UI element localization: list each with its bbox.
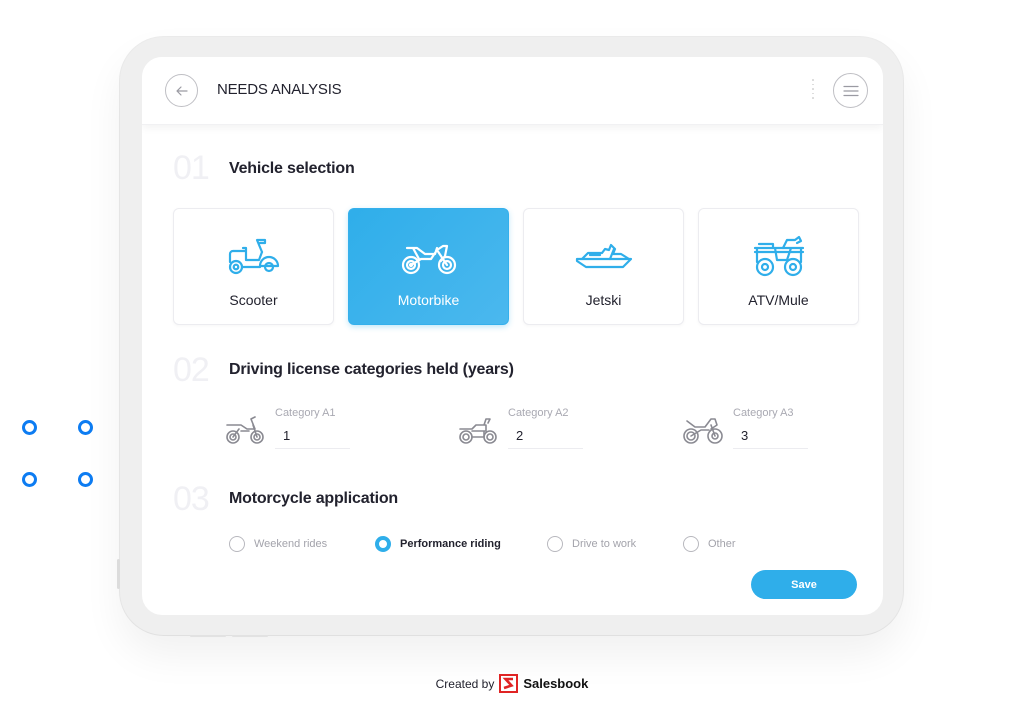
section-number: 02 [173,351,210,389]
vehicle-label: ATV/Mule [748,292,809,308]
arrow-left-icon [175,85,188,96]
motorbike-icon [401,244,456,275]
radio-label: Performance riding [400,538,501,550]
section-title: Motorcycle application [229,490,398,507]
radio-circle[interactable] [683,536,699,552]
vehicle-selection: Scooter Motorbike Jetski ATV/Mule [173,208,859,325]
tablet-frame: NEEDS ANALYSIS 01 Vehicle selection Scoo… [117,37,903,637]
vehicle-label: Motorbike [397,292,460,308]
license-a1-input[interactable] [275,423,350,449]
radio-label: Weekend rides [254,538,328,550]
license-label: Category A3 [733,407,794,419]
save-button[interactable]: Save [751,570,857,599]
scooter-icon [228,238,279,275]
vehicle-card-atv[interactable]: ATV/Mule [698,208,859,325]
created-by-text: Created by [435,676,495,691]
section-title: Vehicle selection [229,160,355,177]
radio-other[interactable]: Other [683,536,736,552]
divider-dots [812,79,814,103]
radio-circle[interactable] [229,536,245,552]
jetski-icon [575,243,632,269]
license-a3-input[interactable] [733,423,808,449]
tablet-bottom-button [232,635,268,637]
classic-motorcycle-icon [459,418,497,444]
section-number: 03 [173,480,210,518]
radio-circle[interactable] [547,536,563,552]
tablet-bottom-button [190,635,226,637]
dot-icon [78,420,93,435]
section-number: 01 [173,149,210,187]
page-title: NEEDS ANALYSIS [217,81,342,98]
footer-credit: Created by Salesbook [0,674,1024,693]
section-title: Driving license categories held (years) [229,361,514,378]
app-header: NEEDS ANALYSIS [142,57,883,125]
app-screen: NEEDS ANALYSIS 01 Vehicle selection Scoo… [142,57,883,615]
radio-performance-riding[interactable]: Performance riding [375,536,501,552]
vehicle-card-motorbike[interactable]: Motorbike [348,208,509,325]
menu-button[interactable] [833,73,868,108]
back-button[interactable] [165,74,198,107]
vehicle-card-jetski[interactable]: Jetski [523,208,684,325]
dot-icon [22,420,37,435]
atv-icon [753,235,804,277]
radio-circle[interactable] [375,536,391,552]
vehicle-label: Scooter [229,292,278,308]
dot-icon [22,472,37,487]
vehicle-label: Jetski [585,292,622,308]
tablet-side-button [117,559,120,589]
hamburger-menu-icon [842,85,859,96]
decorative-dots [22,420,102,490]
dot-icon [78,472,93,487]
radio-weekend-rides[interactable]: Weekend rides [229,536,327,552]
radio-drive-to-work[interactable]: Drive to work [547,536,636,552]
radio-label: Other [708,538,736,550]
radio-label: Drive to work [572,538,637,550]
license-label: Category A2 [508,407,569,419]
salesbook-logo-icon [499,674,519,693]
brand-name: Salesbook [523,676,589,691]
license-label: Category A1 [275,407,336,419]
dirt-bike-icon [226,416,264,444]
vehicle-card-scooter[interactable]: Scooter [173,208,334,325]
sport-motorcycle-icon [683,418,723,444]
license-a2-input[interactable] [508,423,583,449]
